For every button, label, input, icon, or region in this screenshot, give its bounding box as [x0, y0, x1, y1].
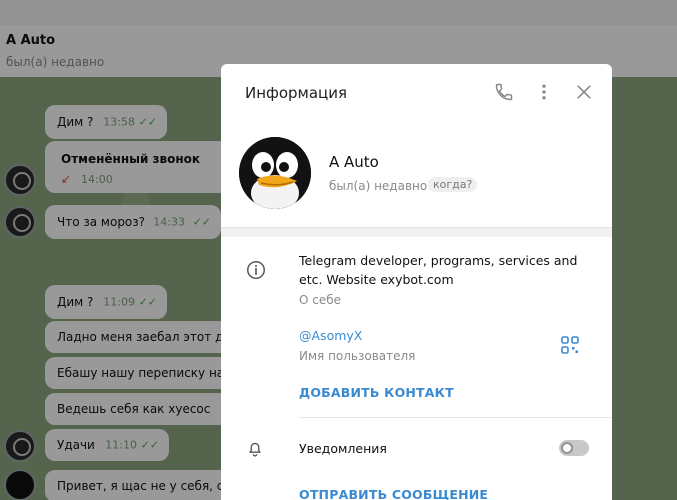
notifications-label: Уведомления	[299, 441, 387, 456]
bio-text[interactable]: Telegram developer, programs, services a…	[299, 251, 589, 289]
section-divider	[221, 227, 612, 237]
qr-code-icon[interactable]	[561, 336, 579, 354]
profile-status: был(а) недавно	[329, 179, 428, 193]
more-vertical-icon[interactable]	[534, 82, 554, 102]
divider	[299, 417, 612, 418]
profile-avatar[interactable]	[239, 137, 311, 209]
phone-icon[interactable]	[494, 82, 514, 102]
bell-icon	[249, 442, 261, 457]
dialog-title: Информация	[245, 84, 348, 102]
add-contact-button[interactable]: ДОБАВИТЬ КОНТАКТ	[299, 385, 454, 400]
username-value[interactable]: @AsomyX	[299, 328, 362, 343]
send-message-button[interactable]: ОТПРАВИТЬ СООБЩЕНИЕ	[299, 487, 488, 500]
close-icon[interactable]	[574, 82, 594, 102]
toggle-knob	[561, 442, 573, 454]
profile-name: A Auto	[329, 153, 379, 171]
notifications-toggle[interactable]	[559, 440, 589, 456]
bio-label: О себе	[299, 293, 342, 307]
info-icon	[247, 261, 265, 279]
username-label: Имя пользователя	[299, 349, 416, 363]
last-seen-when-chip[interactable]: когда?	[428, 177, 478, 192]
user-info-dialog: Информация A Auto был(а) недавно когда? …	[221, 64, 612, 500]
penguin-avatar-icon	[239, 137, 311, 209]
